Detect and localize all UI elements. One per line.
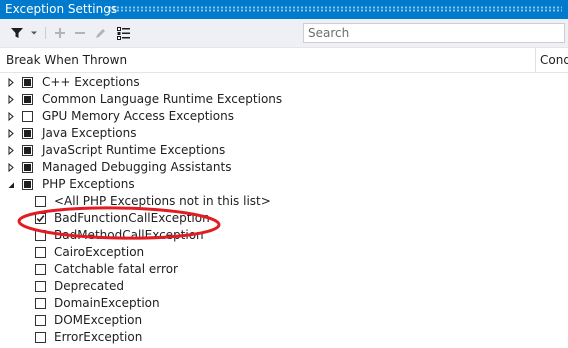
category-checkbox[interactable] [22,128,33,139]
exception-label: BadFunctionCallException [54,211,210,225]
expand-arrow-icon[interactable] [6,74,16,91]
tree-row-category[interactable]: Managed Debugging Assistants [0,159,568,176]
tree-row-exception[interactable]: DOMException [0,312,568,329]
tree-row-exception[interactable]: DomainException [0,295,568,312]
expand-arrow-icon[interactable] [6,91,16,108]
filter-icon[interactable] [8,23,26,43]
column-header-break-when-thrown[interactable]: Break When Thrown [6,53,127,67]
category-checkbox[interactable] [22,179,33,190]
exception-label: CairoException [54,245,145,259]
tree-row-category[interactable]: Common Language Runtime Exceptions [0,91,568,108]
toolbar-separator [45,27,46,39]
exception-label: BadMethodCallException [54,228,204,242]
tree-row-exception[interactable]: Catchable fatal error [0,261,568,278]
exception-checkbox[interactable] [35,247,46,258]
expand-arrow-icon[interactable] [6,159,16,176]
category-checkbox[interactable] [22,77,33,88]
tree-row-category[interactable]: Java Exceptions [0,125,568,142]
exception-checkbox[interactable] [35,298,46,309]
exception-label: Catchable fatal error [54,262,178,276]
exception-checkbox[interactable] [35,213,46,224]
tree-row-category[interactable]: C++ Exceptions [0,74,568,91]
dropdown-arrow-icon[interactable] [28,23,40,43]
collapse-arrow-icon[interactable] [6,176,16,193]
column-header: Break When Thrown Cond [0,48,568,73]
category-checkbox[interactable] [22,94,33,105]
column-divider[interactable] [535,48,536,72]
category-label: JavaScript Runtime Exceptions [42,143,226,157]
title-bar-grip[interactable] [108,6,562,12]
exception-label: DomainException [54,296,160,310]
column-header-conditions[interactable]: Cond [540,53,568,67]
category-label: PHP Exceptions [42,177,135,191]
restore-list-icon[interactable] [114,23,132,43]
exception-label: DOMException [54,313,143,327]
tree-row-category[interactable]: GPU Memory Access Exceptions [0,108,568,125]
category-checkbox[interactable] [22,145,33,156]
tree-row-category[interactable]: JavaScript Runtime Exceptions [0,142,568,159]
tree-row-category[interactable]: PHP Exceptions [0,176,568,193]
expand-arrow-icon[interactable] [6,108,16,125]
exception-label: <All PHP Exceptions not in this list> [54,194,271,208]
tree-row-exception[interactable]: BadMethodCallException [0,227,568,244]
exception-label: ErrorException [54,330,143,344]
tree-row-exception[interactable]: Deprecated [0,278,568,295]
tree-row-exception[interactable]: CairoException [0,244,568,261]
search-input[interactable] [303,23,565,43]
window-title: Exception Settings [5,2,118,16]
tree-row-exception[interactable]: <All PHP Exceptions not in this list> [0,193,568,210]
tree-row-exception[interactable]: ErrorException [0,329,568,346]
edit-icon[interactable] [92,23,108,43]
category-label: Java Exceptions [42,126,137,140]
category-checkbox[interactable] [22,111,33,122]
exception-checkbox[interactable] [35,281,46,292]
exception-checkbox[interactable] [35,196,46,207]
exception-label: Deprecated [54,279,124,293]
expand-arrow-icon[interactable] [6,125,16,142]
category-label: Common Language Runtime Exceptions [42,92,283,106]
category-label: C++ Exceptions [42,75,140,89]
category-label: GPU Memory Access Exceptions [42,109,234,123]
tree-row-exception[interactable]: BadFunctionCallException [0,210,568,227]
exception-checkbox[interactable] [35,230,46,241]
exception-checkbox[interactable] [35,264,46,275]
add-icon[interactable] [52,23,68,43]
title-bar: Exception Settings [0,0,568,19]
expand-arrow-icon[interactable] [6,142,16,159]
category-label: Managed Debugging Assistants [42,160,232,174]
category-checkbox[interactable] [22,162,33,173]
exception-checkbox[interactable] [35,332,46,343]
remove-icon[interactable] [72,23,88,43]
exception-checkbox[interactable] [35,315,46,326]
